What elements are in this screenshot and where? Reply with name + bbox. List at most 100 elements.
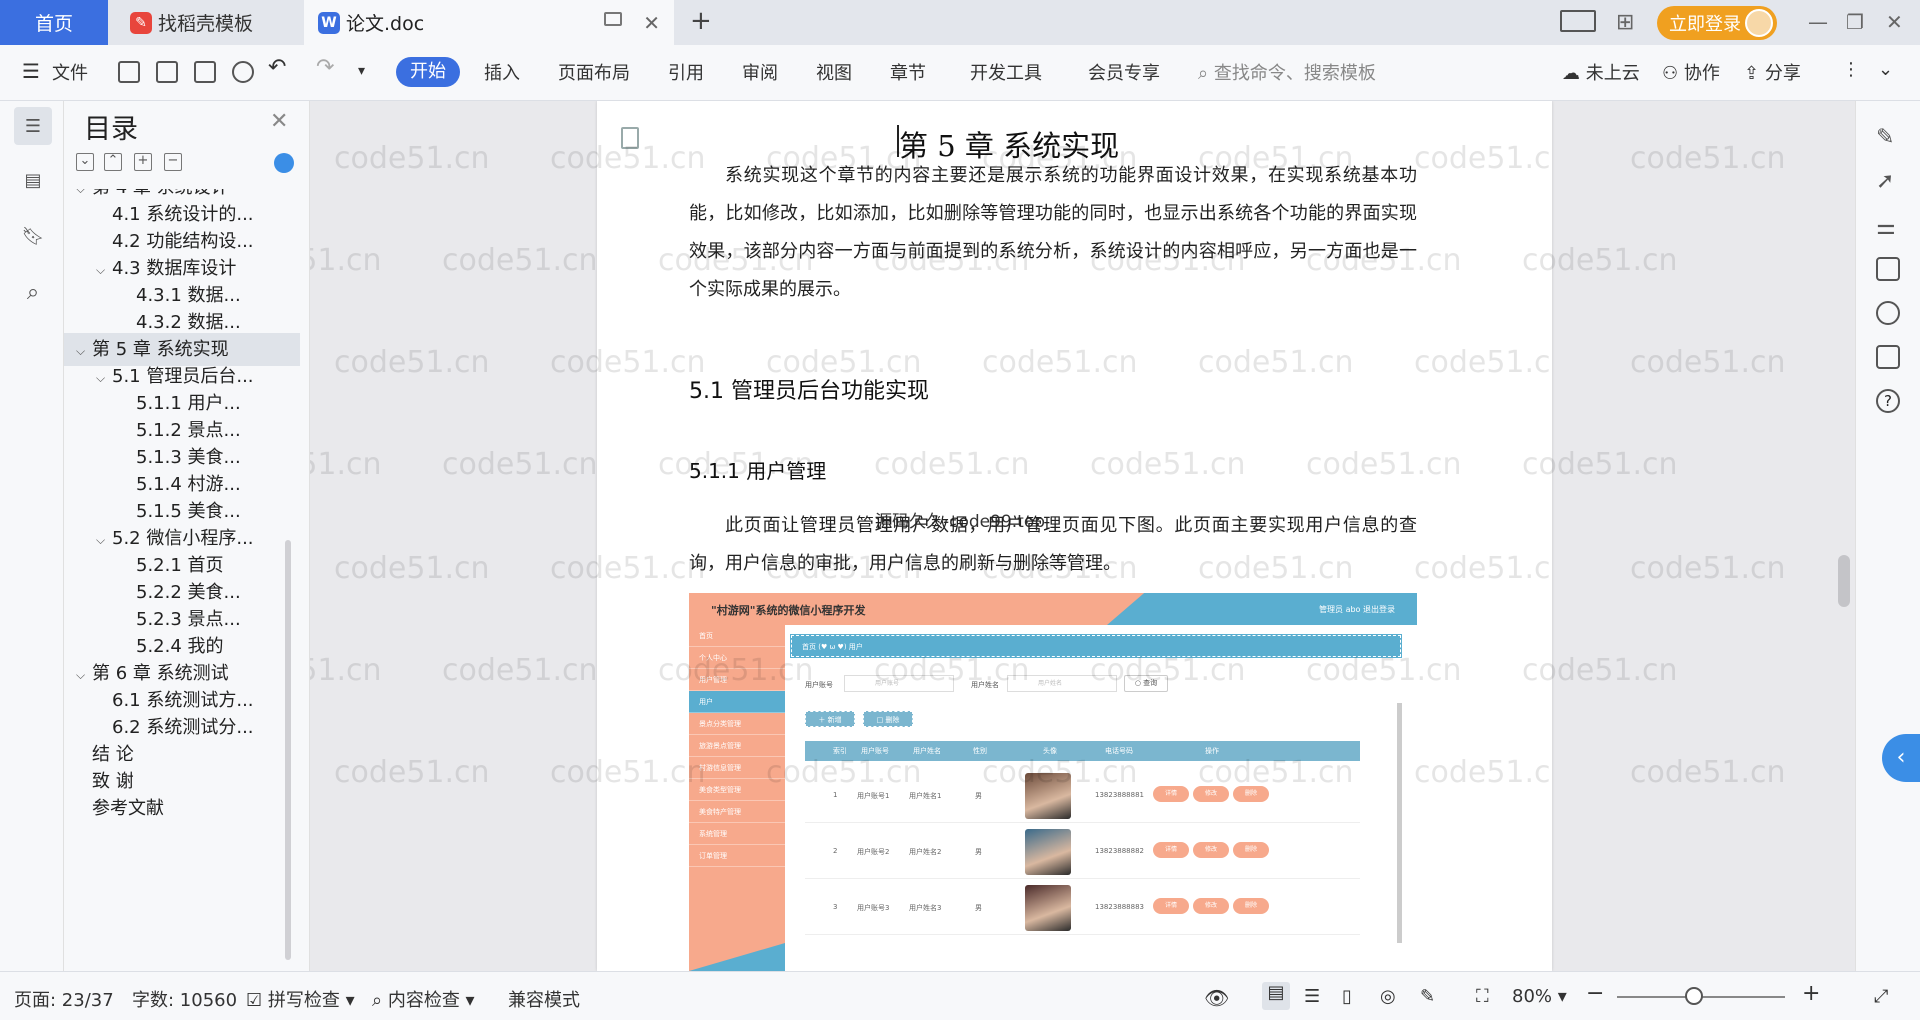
- spell-check[interactable]: ☑ 拼写检查 ▾: [246, 986, 355, 1012]
- figure-col-header: 头像: [1043, 747, 1057, 755]
- toc-item[interactable]: 参考文献: [64, 792, 300, 825]
- zoom-in-icon[interactable]: +: [1802, 981, 1820, 1006]
- reading-view-icon[interactable]: ▯: [1342, 986, 1352, 1007]
- menu-page-layout[interactable]: 页面布局: [558, 59, 630, 85]
- toc-sync-icon[interactable]: [274, 153, 294, 173]
- figure-user-info: 管理员 abo 退出登录: [1319, 605, 1395, 614]
- ai-icon[interactable]: [1876, 301, 1900, 325]
- menu-developer[interactable]: 开发工具: [970, 59, 1042, 85]
- zoom-level[interactable]: 80% ▾: [1512, 986, 1567, 1007]
- word-count[interactable]: 字数: 10560: [132, 986, 237, 1012]
- fit-page-icon[interactable]: ⛶: [1476, 986, 1489, 1007]
- quick-access-dropdown-icon[interactable]: ▾: [358, 63, 365, 79]
- print-icon[interactable]: [194, 61, 216, 83]
- more-icon[interactable]: ⋮: [1842, 59, 1860, 80]
- style-icon[interactable]: [1876, 257, 1900, 281]
- reading-icon[interactable]: [1876, 345, 1900, 369]
- zoom-slider-knob[interactable]: [1685, 987, 1703, 1005]
- pointer-icon[interactable]: ➚: [1876, 169, 1900, 194]
- watermark-text: code51.cn: [1414, 345, 1552, 380]
- page-view-icon[interactable]: ▤: [1262, 982, 1290, 1010]
- figure-cell-sex: 男: [975, 848, 982, 856]
- content-check[interactable]: ⌕ 内容检查 ▾: [372, 986, 475, 1012]
- menu-insert[interactable]: 插入: [484, 59, 520, 85]
- subsection-heading: 5.1.1 用户管理: [689, 459, 827, 483]
- figure-action-2: 删除: [1233, 786, 1269, 802]
- expand-all-icon[interactable]: ⌄: [76, 153, 94, 171]
- window-close-icon[interactable]: ✕: [1886, 10, 1903, 34]
- figure-cell-phone: 13823888882: [1095, 847, 1144, 855]
- undo-icon[interactable]: ↶: [268, 55, 286, 80]
- login-button[interactable]: 立即登录: [1657, 6, 1777, 40]
- toc-title: 目录: [84, 114, 138, 145]
- web-view-icon[interactable]: ◎: [1380, 986, 1396, 1007]
- figure-col-header: 性别: [973, 747, 987, 755]
- page-format-icon[interactable]: [621, 127, 639, 149]
- find-icon[interactable]: ⌕: [14, 273, 52, 311]
- document-scrollbar[interactable]: [1834, 101, 1854, 971]
- figure-table-row: 2 用户账号2 用户姓名2 男 13823888882 详情 修改 删除: [805, 823, 1360, 879]
- tab-home[interactable]: 首页: [0, 0, 108, 45]
- hamburger-icon[interactable]: ☰: [22, 59, 40, 83]
- monitor-icon[interactable]: [604, 12, 622, 26]
- outline-icon[interactable]: ☰: [14, 107, 52, 145]
- content-check-icon: ⌕: [372, 990, 383, 1011]
- figure-delete-button: □ 删除: [863, 711, 913, 727]
- export-pdf-icon[interactable]: [156, 61, 178, 83]
- bookmark-icon[interactable]: 🔖︎: [14, 217, 52, 255]
- new-tab-button[interactable]: +: [690, 6, 712, 36]
- toc-close-icon[interactable]: ✕: [270, 109, 288, 134]
- figure-menu-item: 系统管理: [689, 823, 785, 845]
- chapter-nav-icon[interactable]: ▤: [14, 161, 52, 199]
- redo-icon[interactable]: ↷: [316, 55, 334, 80]
- scroll-thumb[interactable]: [1838, 555, 1850, 607]
- document-page[interactable]: 第 5 章 系统实现 系统实现这个章节的内容主要还是展示系统的功能界面设计效果，…: [597, 101, 1552, 971]
- menu-view[interactable]: 视图: [816, 59, 852, 85]
- tab-doc[interactable]: W 论文.doc ✕: [304, 0, 674, 45]
- toc-item-label: 5.1.3 美食...: [136, 447, 241, 468]
- menu-member[interactable]: 会员专享: [1088, 59, 1160, 85]
- toc-item-label: 第 5 章 系统实现: [92, 339, 229, 360]
- page-count[interactable]: 页面: 23/37: [14, 986, 114, 1012]
- collapse-ribbon-icon[interactable]: ⌄: [1878, 59, 1893, 80]
- write-view-icon[interactable]: ✎: [1420, 986, 1435, 1007]
- figure-action-0: 详情: [1153, 842, 1189, 858]
- pen-icon[interactable]: ✎: [1876, 125, 1900, 150]
- menu-references[interactable]: 引用: [668, 59, 704, 85]
- toc-item-label: 5.2.2 美食...: [136, 582, 241, 603]
- eye-protect-icon[interactable]: 👁︎: [1204, 986, 1229, 1010]
- command-search[interactable]: ⌕ 查找命令、搜索模板: [1198, 59, 1376, 85]
- fullscreen-icon[interactable]: ⤢: [1874, 986, 1888, 1007]
- layout-icon[interactable]: [1560, 10, 1596, 32]
- adjust-icon[interactable]: ⚌: [1876, 215, 1900, 240]
- menu-review[interactable]: 审阅: [742, 59, 778, 85]
- zoom-out-icon[interactable]: −: [1586, 981, 1604, 1006]
- collapse-all-icon[interactable]: ⌃: [104, 153, 122, 171]
- file-menu[interactable]: 文件: [52, 59, 88, 85]
- figure-admin-user-management: "村游网"系统的微信小程序开发 管理员 abo 退出登录 首页 个人中心 用户管理用…: [689, 593, 1417, 971]
- add-heading-icon[interactable]: +: [134, 153, 152, 171]
- tab-daoke[interactable]: ✎ 找稻壳模板: [110, 0, 300, 45]
- save-icon[interactable]: [118, 61, 140, 83]
- restore-icon[interactable]: ❐: [1846, 10, 1864, 34]
- cloud-status[interactable]: ☁ 未上云: [1562, 59, 1640, 85]
- toc-item-label: 4.1 系统设计的...: [112, 204, 254, 225]
- tab-home-label: 首页: [34, 13, 73, 35]
- watermark-text: code51.cn: [334, 345, 490, 380]
- toc-list: ⌵第 4 章 系统设计4.1 系统设计的...4.2 功能结构设...⌵4.3 …: [64, 189, 309, 969]
- toc-scrollbar[interactable]: [285, 540, 291, 960]
- watermark-text: code51.cn: [334, 755, 490, 790]
- help-icon[interactable]: ?: [1876, 389, 1900, 413]
- menu-start[interactable]: 开始: [396, 57, 460, 87]
- minimize-icon[interactable]: —: [1808, 10, 1828, 34]
- collaborate-button[interactable]: ⚇ 协作: [1662, 59, 1720, 85]
- figure-action-0: 详情: [1153, 786, 1189, 802]
- figure-col-header: 操作: [1205, 747, 1219, 755]
- close-icon[interactable]: ✕: [643, 11, 660, 35]
- apps-grid-icon[interactable]: ⊞: [1616, 10, 1634, 35]
- remove-heading-icon[interactable]: −: [164, 153, 182, 171]
- outline-view-icon[interactable]: ☰: [1304, 986, 1320, 1007]
- print-preview-icon[interactable]: [232, 61, 254, 83]
- menu-section[interactable]: 章节: [890, 59, 926, 85]
- share-button[interactable]: ⇪ 分享: [1744, 59, 1801, 85]
